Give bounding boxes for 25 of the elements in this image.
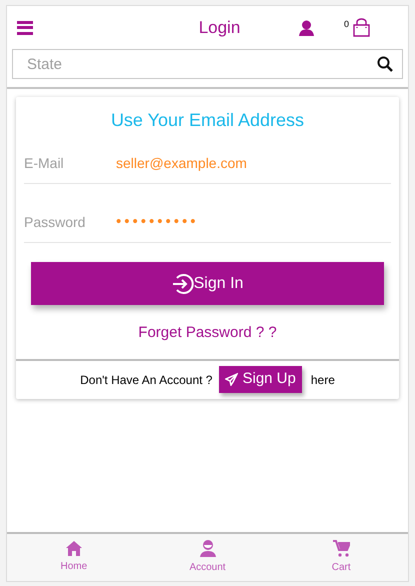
nav-tab[interactable]: Home bbox=[7, 534, 141, 581]
signup-suffix: here bbox=[310, 372, 335, 388]
input-field[interactable]: •••••••••• bbox=[116, 211, 391, 234]
input-field[interactable]: seller@example.com bbox=[116, 153, 391, 174]
shopping-bag-icon[interactable] bbox=[352, 18, 371, 37]
search-field[interactable]: State bbox=[12, 49, 403, 79]
search-icon[interactable] bbox=[377, 56, 393, 72]
paper-plane-icon bbox=[225, 373, 238, 386]
forget-password-link[interactable]: Forget Password ? ? bbox=[138, 322, 277, 344]
field-label: E-Mail bbox=[24, 154, 65, 173]
card-heading: Use Your Email Address bbox=[110, 109, 304, 132]
person-icon bbox=[200, 540, 216, 557]
field-label: Password bbox=[24, 213, 86, 232]
nav-tab[interactable]: Account bbox=[140, 534, 274, 581]
nav-tab[interactable]: Cart bbox=[274, 534, 408, 581]
home-icon bbox=[66, 541, 82, 556]
page-title: Login bbox=[198, 16, 240, 39]
cart-count: 0 bbox=[344, 18, 349, 31]
sign-in-icon bbox=[172, 272, 194, 294]
signup-prompt: Don't Have An Account ? bbox=[80, 372, 212, 388]
menu-icon[interactable] bbox=[17, 20, 33, 34]
user-icon[interactable] bbox=[298, 20, 315, 36]
cart-icon bbox=[332, 540, 350, 557]
sign-in-button[interactable]: Sign In bbox=[31, 262, 384, 305]
sign-up-button[interactable]: Sign Up bbox=[219, 366, 302, 393]
